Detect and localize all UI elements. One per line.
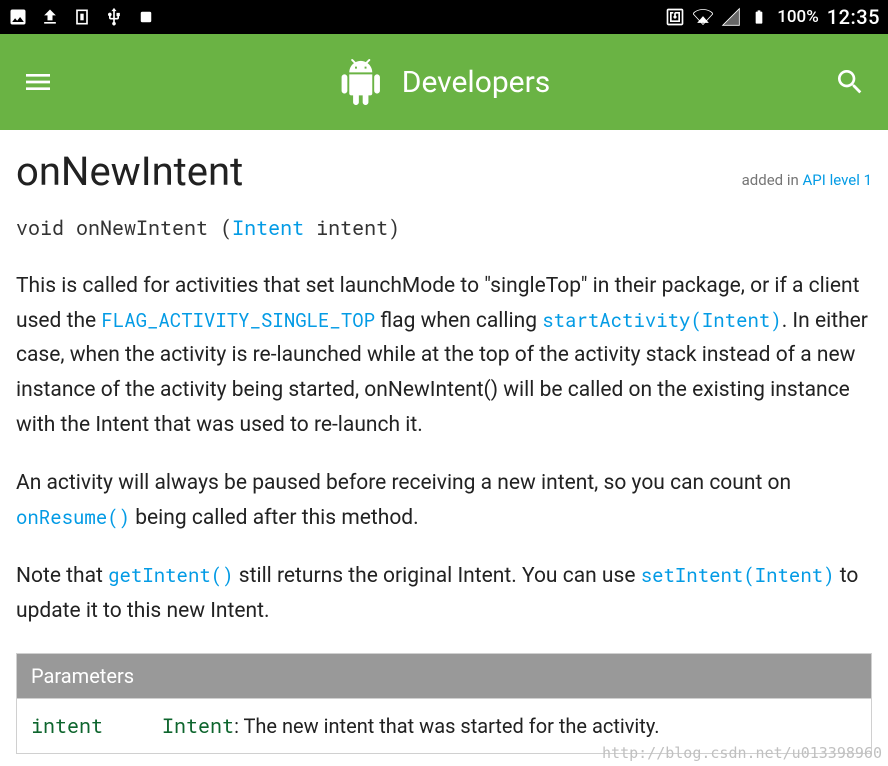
menu-button[interactable] xyxy=(20,64,56,100)
added-in-text: added in xyxy=(742,171,803,189)
p3-t1: Note that xyxy=(16,564,108,588)
param-type-link[interactable]: Intent xyxy=(162,713,234,739)
startactivity-link[interactable]: startActivity(Intent) xyxy=(542,308,781,333)
usb-storage-icon xyxy=(72,7,92,27)
param-desc-cell: Intent: The new intent that was started … xyxy=(148,698,871,753)
p2-t2: being called after this method. xyxy=(130,506,419,530)
setintent-link[interactable]: setIntent(Intent) xyxy=(641,563,835,588)
getintent-link[interactable]: getIntent() xyxy=(108,563,233,588)
status-time: 12:35 xyxy=(827,5,880,29)
flag-activity-single-top-link[interactable]: FLAG_ACTIVITY_SINGLE_TOP xyxy=(101,308,375,333)
status-left-icons xyxy=(8,7,156,27)
status-right-icons: 100% 12:35 xyxy=(665,5,880,29)
image-icon xyxy=(8,7,28,27)
onresume-link[interactable]: onResume() xyxy=(16,505,130,530)
p3-t2: still returns the original Intent. You c… xyxy=(234,564,641,588)
brand[interactable]: Developers xyxy=(338,59,550,105)
param-name-cell: intent xyxy=(17,698,149,753)
app-title: Developers xyxy=(402,65,550,100)
description-para-1: This is called for activities that set l… xyxy=(16,269,872,442)
api-level-link[interactable]: API level 1 xyxy=(803,171,872,189)
table-row: intent Intent: The new intent that was s… xyxy=(17,698,872,753)
parameters-table: Parameters intent Intent: The new intent… xyxy=(16,653,872,754)
doc-content: onNewIntent added in API level 1 void on… xyxy=(0,130,888,764)
p2-t1: An activity will always be paused before… xyxy=(16,471,791,495)
sig-method: onNewIntent xyxy=(76,215,208,241)
battery-percent: 100% xyxy=(777,7,819,27)
description-para-2: An activity will always be paused before… xyxy=(16,466,872,535)
search-icon xyxy=(834,66,866,98)
param-desc-text: : The new intent that was started for th… xyxy=(234,714,659,738)
sig-param-type-link[interactable]: Intent xyxy=(232,215,304,241)
params-header: Parameters xyxy=(17,653,149,698)
title-row: onNewIntent added in API level 1 xyxy=(16,148,872,195)
signal-icon xyxy=(721,7,741,27)
description-para-3: Note that getIntent() still returns the … xyxy=(16,559,872,628)
android-status-bar: 100% 12:35 xyxy=(0,0,888,34)
page-title: onNewIntent xyxy=(16,148,243,195)
upload-icon xyxy=(40,7,60,27)
app-bar: Developers xyxy=(0,34,888,130)
api-level-tag: added in API level 1 xyxy=(742,171,872,189)
p1-t2: flag when calling xyxy=(375,309,542,333)
square-icon xyxy=(136,7,156,27)
battery-icon xyxy=(749,7,769,27)
search-button[interactable] xyxy=(832,64,868,100)
sig-return: void xyxy=(16,215,64,241)
method-signature: void onNewIntent (Intent intent) xyxy=(16,215,872,241)
android-icon xyxy=(338,59,384,105)
nfc-icon xyxy=(665,7,685,27)
usb-icon xyxy=(104,7,124,27)
hamburger-icon xyxy=(22,66,54,98)
wifi-icon xyxy=(693,7,713,27)
sig-param-name: intent xyxy=(316,215,388,241)
